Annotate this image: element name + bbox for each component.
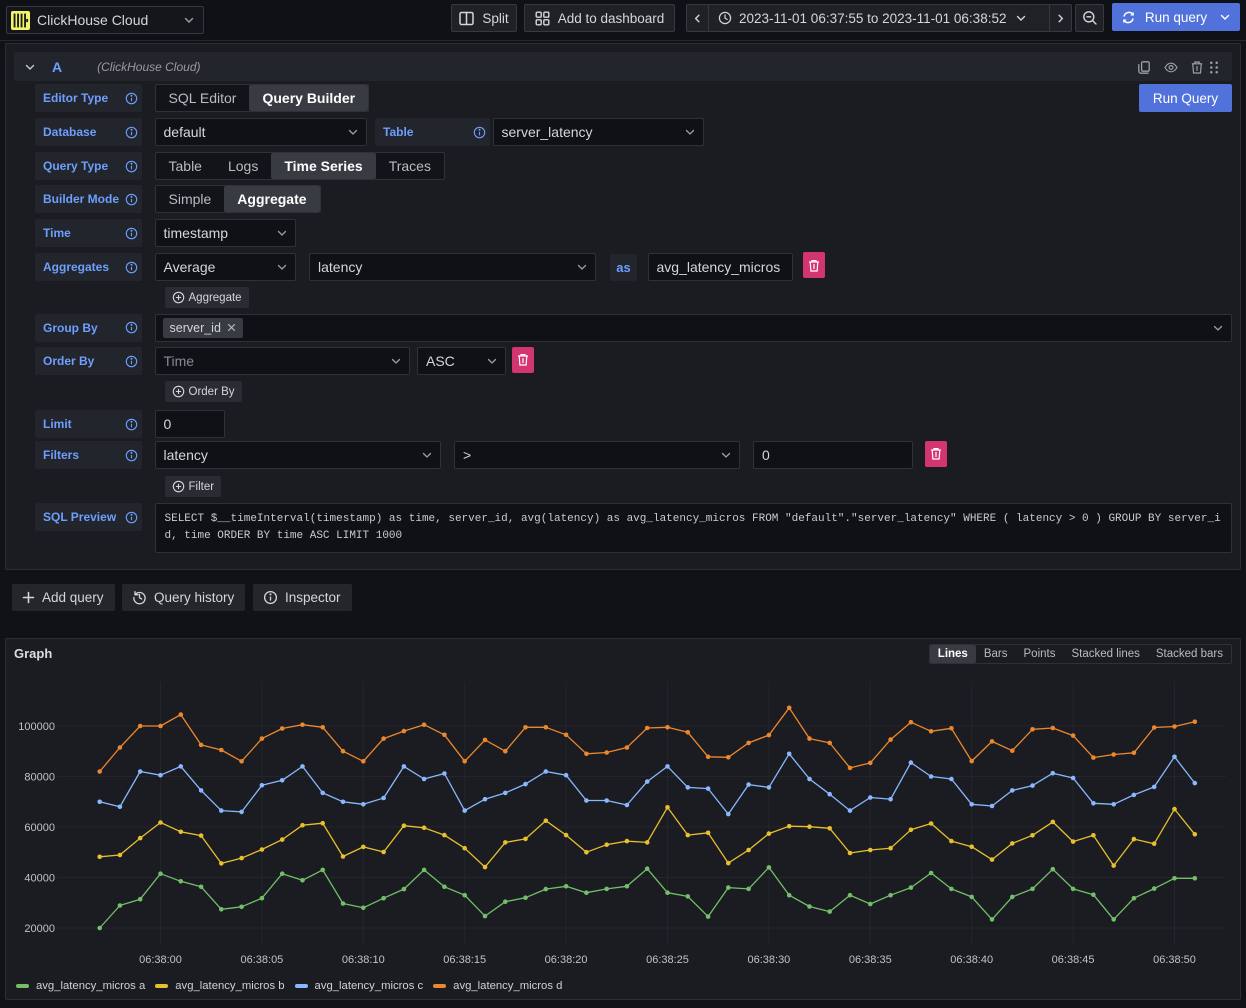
svg-text:06:38:25: 06:38:25	[646, 954, 689, 966]
svg-text:06:38:10: 06:38:10	[342, 954, 385, 966]
svg-text:06:38:40: 06:38:40	[950, 954, 993, 966]
svg-text:60000: 60000	[24, 822, 55, 834]
svg-text:06:38:05: 06:38:05	[240, 954, 283, 966]
svg-text:06:38:45: 06:38:45	[1052, 954, 1095, 966]
svg-text:06:38:50: 06:38:50	[1153, 954, 1196, 966]
svg-text:80000: 80000	[24, 772, 55, 784]
svg-text:40000: 40000	[24, 873, 55, 885]
svg-text:06:38:15: 06:38:15	[443, 954, 486, 966]
svg-text:20000: 20000	[24, 923, 55, 935]
svg-text:06:38:20: 06:38:20	[545, 954, 588, 966]
svg-text:06:38:30: 06:38:30	[747, 954, 790, 966]
svg-text:06:38:00: 06:38:00	[139, 954, 182, 966]
svg-text:06:38:35: 06:38:35	[849, 954, 892, 966]
svg-text:100000: 100000	[18, 721, 55, 733]
